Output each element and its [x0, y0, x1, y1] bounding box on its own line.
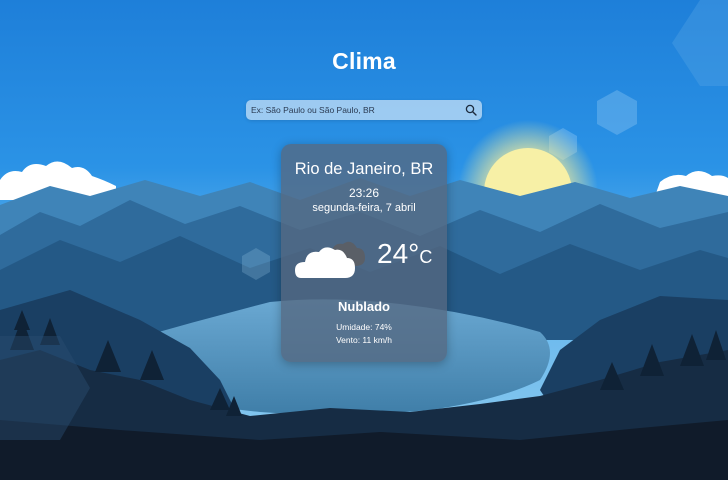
temperature: 24°C [377, 238, 432, 273]
search-input[interactable] [246, 100, 461, 120]
humidity-info: Umidade: 74% [336, 322, 392, 332]
cloudy-icon [295, 241, 365, 278]
weather-description: Nublado [338, 299, 390, 314]
weather-card: Rio de Janeiro, BR 23:26 segunda-feira, … [281, 144, 447, 362]
local-date: segunda-feira, 7 abril [312, 202, 416, 214]
temperature-unit: C [419, 247, 433, 267]
search-icon[interactable] [465, 104, 477, 116]
wind-info: Vento: 11 km/h [335, 335, 393, 345]
local-time: 23:26 [348, 186, 380, 200]
temperature-value: 24° [377, 238, 420, 269]
city-name: Rio de Janeiro, BR [294, 160, 434, 178]
app-title: Clima [332, 48, 396, 74]
search-bar[interactable] [246, 100, 482, 120]
